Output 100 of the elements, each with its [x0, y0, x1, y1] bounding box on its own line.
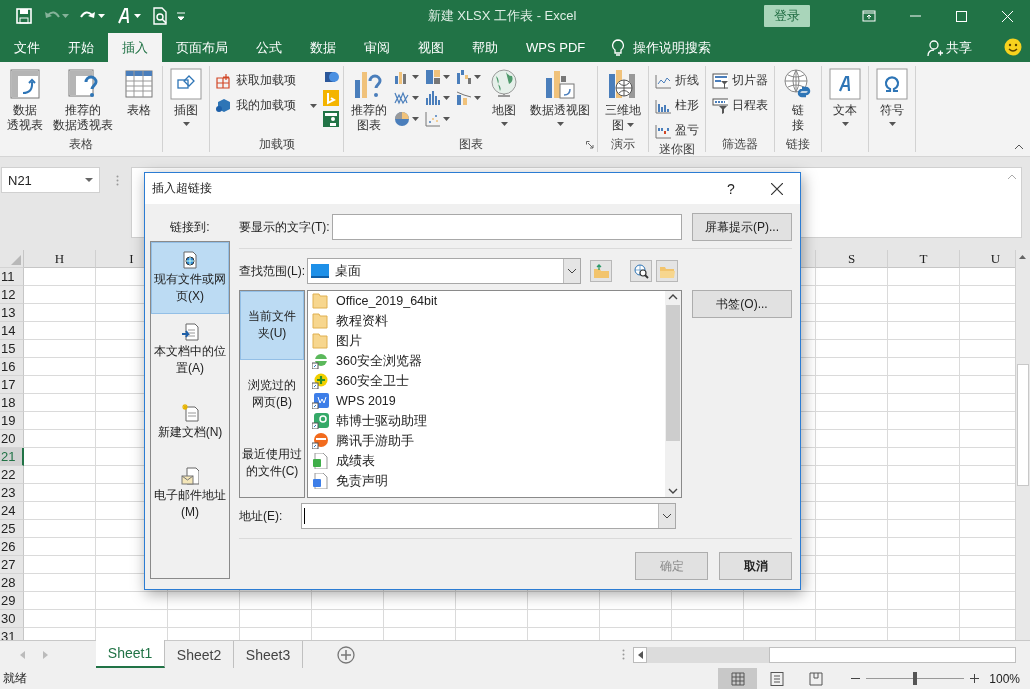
link-type-option[interactable]: 新建文档(N) — [151, 386, 229, 458]
grid-cell[interactable] — [888, 466, 960, 484]
row-header[interactable]: 20 — [0, 430, 24, 448]
row-header[interactable]: 23 — [0, 484, 24, 502]
grid-cell[interactable] — [600, 610, 672, 628]
grid-cell[interactable] — [24, 430, 96, 448]
ribbon-button[interactable]: 三维地 图 — [601, 66, 645, 136]
row-header[interactable]: 24 — [0, 502, 24, 520]
tell-me-field[interactable]: 操作说明搜索 — [633, 38, 712, 57]
column-header[interactable]: U — [960, 250, 1015, 268]
hierarchy-chart-icon[interactable] — [425, 69, 441, 85]
grid-cell[interactable] — [888, 538, 960, 556]
grid-cell[interactable] — [816, 484, 888, 502]
grid-cell[interactable] — [816, 412, 888, 430]
grid-cell[interactable] — [888, 484, 960, 502]
grid-cell[interactable] — [24, 484, 96, 502]
grid-cell[interactable] — [24, 358, 96, 376]
grid-cell[interactable] — [888, 574, 960, 592]
ribbon-tab[interactable]: 开始 — [54, 33, 108, 62]
grid-cell[interactable] — [888, 286, 960, 304]
grid-cell[interactable] — [816, 358, 888, 376]
row-header[interactable]: 30 — [0, 610, 24, 628]
link-type-option[interactable]: 现有文件或网页(X) — [151, 242, 229, 314]
link-type-option[interactable]: 本文档中的位置(A) — [151, 314, 229, 386]
ribbon-button[interactable]: 折线 — [652, 70, 702, 91]
file-item[interactable]: WPS 2019 — [308, 391, 665, 411]
grid-cell[interactable] — [816, 322, 888, 340]
row-header[interactable]: 27 — [0, 556, 24, 574]
ribbon-tab[interactable]: 文件 — [0, 33, 54, 62]
grid-cell[interactable] — [456, 610, 528, 628]
grid-cell[interactable] — [528, 610, 600, 628]
row-header[interactable]: 26 — [0, 538, 24, 556]
grid-cell[interactable] — [96, 610, 168, 628]
ribbon-button[interactable]: 日程表 — [709, 95, 771, 116]
ribbon-tab[interactable]: 数据 — [296, 33, 350, 62]
link-type-option[interactable]: 电子邮件地址(M) — [151, 458, 229, 530]
row-header[interactable]: 17 — [0, 376, 24, 394]
grid-cell[interactable] — [888, 322, 960, 340]
grid-cell[interactable] — [600, 592, 672, 610]
column-header[interactable]: H — [24, 250, 96, 268]
grid-cell[interactable] — [816, 286, 888, 304]
grid-cell[interactable] — [816, 592, 888, 610]
grid-cell[interactable] — [24, 412, 96, 430]
grid-cell[interactable] — [816, 520, 888, 538]
close-icon[interactable] — [1001, 10, 1013, 22]
grid-cell[interactable] — [456, 592, 528, 610]
grid-cell[interactable] — [816, 538, 888, 556]
grid-cell[interactable] — [816, 556, 888, 574]
ribbon-button[interactable]: 插图 — [166, 66, 206, 136]
grid-cell[interactable] — [816, 502, 888, 520]
grid-cell[interactable] — [24, 394, 96, 412]
app-tile-icon[interactable] — [323, 69, 339, 85]
row-header[interactable]: 21 — [0, 448, 24, 466]
grid-cell[interactable] — [672, 610, 744, 628]
grid-cell[interactable] — [384, 610, 456, 628]
file-item[interactable]: 腾讯手游助手 — [308, 431, 665, 451]
grid-cell[interactable] — [312, 610, 384, 628]
list-scrollbar[interactable] — [665, 291, 681, 497]
nav-option[interactable]: 当前文件 夹(U) — [240, 291, 304, 360]
grid-cell[interactable] — [816, 430, 888, 448]
grid-cell[interactable] — [888, 502, 960, 520]
grid-cell[interactable] — [24, 574, 96, 592]
grid-cell[interactable] — [816, 448, 888, 466]
grid-cell[interactable] — [312, 592, 384, 610]
file-item[interactable]: 免责声明 — [308, 471, 665, 491]
collapse-icon[interactable] — [1007, 174, 1017, 180]
ribbon-button[interactable]: 盈亏 — [652, 120, 702, 141]
file-item[interactable]: 成绩表 — [308, 451, 665, 471]
app-tile-icon[interactable] — [323, 90, 339, 106]
row-header[interactable]: 15 — [0, 340, 24, 358]
screen-tip-button[interactable]: 屏幕提示(P)... — [692, 213, 792, 241]
row-header[interactable]: 11 — [0, 268, 24, 286]
grid-cell[interactable] — [816, 574, 888, 592]
pie-chart-icon[interactable] — [394, 111, 410, 127]
maximize-icon[interactable] — [955, 10, 967, 22]
grid-cell[interactable] — [168, 592, 240, 610]
row-header[interactable]: 28 — [0, 574, 24, 592]
grid-cell[interactable] — [24, 268, 96, 286]
scroll-thumb[interactable] — [1017, 364, 1029, 486]
grid-cell[interactable] — [24, 286, 96, 304]
grid-cell[interactable] — [888, 610, 960, 628]
zoom-in-icon[interactable] — [970, 674, 980, 683]
grid-cell[interactable] — [816, 466, 888, 484]
scroll-thumb[interactable] — [769, 646, 1016, 663]
person-chart-icon[interactable] — [323, 111, 339, 127]
grid-cell[interactable] — [24, 502, 96, 520]
ribbon-button[interactable]: 获取加载项 — [213, 70, 320, 91]
sheet-tab[interactable]: Sheet1 — [96, 640, 165, 668]
grid-cell[interactable] — [888, 268, 960, 286]
grid-cell[interactable] — [816, 304, 888, 322]
grid-cell[interactable] — [24, 610, 96, 628]
cancel-button[interactable]: 取消 — [719, 552, 792, 580]
grid-cell[interactable] — [888, 394, 960, 412]
statistic-chart-icon[interactable] — [425, 90, 441, 106]
line-chart-icon[interactable] — [394, 90, 410, 106]
grid-cell[interactable] — [888, 412, 960, 430]
ribbon-button[interactable]: 柱形 — [652, 95, 702, 116]
horizontal-scrollbar[interactable] — [633, 646, 1016, 663]
ribbon-button[interactable]: 地图 — [484, 66, 524, 136]
ribbon-button[interactable]: 推荐的 图表 — [347, 66, 391, 136]
